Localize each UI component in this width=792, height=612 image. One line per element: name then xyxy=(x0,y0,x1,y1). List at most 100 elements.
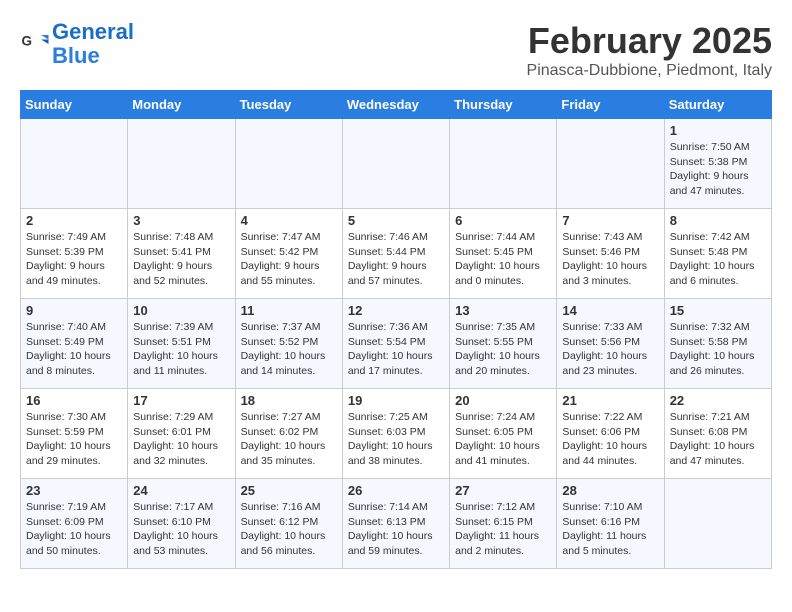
table-row: 15 Sunrise: 7:32 AM Sunset: 5:58 PM Dayli… xyxy=(664,299,771,389)
day-info: Sunrise: 7:30 AM Sunset: 5:59 PM Dayligh… xyxy=(26,410,122,469)
table-row xyxy=(450,119,557,209)
day-number: 14 xyxy=(562,303,658,318)
table-row: 10 Sunrise: 7:39 AM Sunset: 5:51 PM Dayli… xyxy=(128,299,235,389)
day-info: Sunrise: 7:25 AM Sunset: 6:03 PM Dayligh… xyxy=(348,410,444,469)
day-info: Sunrise: 7:46 AM Sunset: 5:44 PM Dayligh… xyxy=(348,230,444,289)
day-info: Sunrise: 7:14 AM Sunset: 6:13 PM Dayligh… xyxy=(348,500,444,559)
day-number: 4 xyxy=(241,213,337,228)
day-number: 28 xyxy=(562,483,658,498)
day-info: Sunrise: 7:35 AM Sunset: 5:55 PM Dayligh… xyxy=(455,320,551,379)
table-row xyxy=(128,119,235,209)
day-number: 11 xyxy=(241,303,337,318)
day-info: Sunrise: 7:42 AM Sunset: 5:48 PM Dayligh… xyxy=(670,230,766,289)
table-row: 25 Sunrise: 7:16 AM Sunset: 6:12 PM Dayli… xyxy=(235,479,342,569)
logo: G General Blue xyxy=(20,20,134,68)
table-row: 20 Sunrise: 7:24 AM Sunset: 6:05 PM Dayli… xyxy=(450,389,557,479)
table-row: 2 Sunrise: 7:49 AM Sunset: 5:39 PM Daylig… xyxy=(21,209,128,299)
table-row: 9 Sunrise: 7:40 AM Sunset: 5:49 PM Daylig… xyxy=(21,299,128,389)
calendar-week-2: 9 Sunrise: 7:40 AM Sunset: 5:49 PM Daylig… xyxy=(21,299,772,389)
day-number: 18 xyxy=(241,393,337,408)
day-number: 16 xyxy=(26,393,122,408)
table-row: 1Sunrise: 7:50 AM Sunset: 5:38 PM Daylig… xyxy=(664,119,771,209)
table-row: 3 Sunrise: 7:48 AM Sunset: 5:41 PM Daylig… xyxy=(128,209,235,299)
day-info: Sunrise: 7:16 AM Sunset: 6:12 PM Dayligh… xyxy=(241,500,337,559)
day-number: 13 xyxy=(455,303,551,318)
day-number: 10 xyxy=(133,303,229,318)
table-row: 12 Sunrise: 7:36 AM Sunset: 5:54 PM Dayli… xyxy=(342,299,449,389)
day-number: 27 xyxy=(455,483,551,498)
day-number: 17 xyxy=(133,393,229,408)
day-number: 12 xyxy=(348,303,444,318)
table-row: 19Sunrise: 7:25 AM Sunset: 6:03 PM Dayli… xyxy=(342,389,449,479)
table-row: 24 Sunrise: 7:17 AM Sunset: 6:10 PM Dayli… xyxy=(128,479,235,569)
calendar-week-1: 2 Sunrise: 7:49 AM Sunset: 5:39 PM Daylig… xyxy=(21,209,772,299)
day-number: 20 xyxy=(455,393,551,408)
day-info: Sunrise: 7:27 AM Sunset: 6:02 PM Dayligh… xyxy=(241,410,337,469)
col-friday: Friday xyxy=(557,91,664,119)
table-row xyxy=(342,119,449,209)
day-info: Sunrise: 7:33 AM Sunset: 5:56 PM Dayligh… xyxy=(562,320,658,379)
table-row: 28Sunrise: 7:10 AM Sunset: 6:16 PM Dayli… xyxy=(557,479,664,569)
day-info: Sunrise: 7:36 AM Sunset: 5:54 PM Dayligh… xyxy=(348,320,444,379)
day-info: Sunrise: 7:17 AM Sunset: 6:10 PM Dayligh… xyxy=(133,500,229,559)
logo-text: General Blue xyxy=(52,20,134,68)
day-number: 3 xyxy=(133,213,229,228)
day-info: Sunrise: 7:43 AM Sunset: 5:46 PM Dayligh… xyxy=(562,230,658,289)
day-number: 7 xyxy=(562,213,658,228)
table-row: 21 Sunrise: 7:22 AM Sunset: 6:06 PM Dayli… xyxy=(557,389,664,479)
calendar-table: Sunday Monday Tuesday Wednesday Thursday… xyxy=(20,90,772,569)
day-info: Sunrise: 7:47 AM Sunset: 5:42 PM Dayligh… xyxy=(241,230,337,289)
table-row: 26 Sunrise: 7:14 AM Sunset: 6:13 PM Dayli… xyxy=(342,479,449,569)
table-row: 13 Sunrise: 7:35 AM Sunset: 5:55 PM Dayli… xyxy=(450,299,557,389)
day-info: Sunrise: 7:44 AM Sunset: 5:45 PM Dayligh… xyxy=(455,230,551,289)
calendar-subtitle: Pinasca-Dubbione, Piedmont, Italy xyxy=(527,62,772,80)
table-row xyxy=(664,479,771,569)
table-row: 17 Sunrise: 7:29 AM Sunset: 6:01 PM Dayli… xyxy=(128,389,235,479)
svg-text:G: G xyxy=(22,34,33,49)
day-info: Sunrise: 7:50 AM Sunset: 5:38 PM Dayligh… xyxy=(670,140,766,199)
table-row: 5Sunrise: 7:46 AM Sunset: 5:44 PM Daylig… xyxy=(342,209,449,299)
calendar-week-4: 23 Sunrise: 7:19 AM Sunset: 6:09 PM Dayli… xyxy=(21,479,772,569)
day-info: Sunrise: 7:40 AM Sunset: 5:49 PM Dayligh… xyxy=(26,320,122,379)
table-row xyxy=(557,119,664,209)
table-row: 22 Sunrise: 7:21 AM Sunset: 6:08 PM Dayli… xyxy=(664,389,771,479)
day-info: Sunrise: 7:48 AM Sunset: 5:41 PM Dayligh… xyxy=(133,230,229,289)
day-info: Sunrise: 7:39 AM Sunset: 5:51 PM Dayligh… xyxy=(133,320,229,379)
title-block: February 2025 Pinasca-Dubbione, Piedmont… xyxy=(527,20,772,80)
table-row xyxy=(235,119,342,209)
col-saturday: Saturday xyxy=(664,91,771,119)
day-info: Sunrise: 7:19 AM Sunset: 6:09 PM Dayligh… xyxy=(26,500,122,559)
day-info: Sunrise: 7:21 AM Sunset: 6:08 PM Dayligh… xyxy=(670,410,766,469)
day-info: Sunrise: 7:29 AM Sunset: 6:01 PM Dayligh… xyxy=(133,410,229,469)
day-number: 9 xyxy=(26,303,122,318)
day-info: Sunrise: 7:32 AM Sunset: 5:58 PM Dayligh… xyxy=(670,320,766,379)
day-number: 6 xyxy=(455,213,551,228)
day-number: 22 xyxy=(670,393,766,408)
logo-line1: General xyxy=(52,19,134,44)
table-row: 18 Sunrise: 7:27 AM Sunset: 6:02 PM Dayli… xyxy=(235,389,342,479)
calendar-week-0: 1Sunrise: 7:50 AM Sunset: 5:38 PM Daylig… xyxy=(21,119,772,209)
day-number: 21 xyxy=(562,393,658,408)
day-info: Sunrise: 7:37 AM Sunset: 5:52 PM Dayligh… xyxy=(241,320,337,379)
day-number: 23 xyxy=(26,483,122,498)
header-row: Sunday Monday Tuesday Wednesday Thursday… xyxy=(21,91,772,119)
page-header: G General Blue February 2025 Pinasca-Dub… xyxy=(20,20,772,80)
day-info: Sunrise: 7:24 AM Sunset: 6:05 PM Dayligh… xyxy=(455,410,551,469)
col-tuesday: Tuesday xyxy=(235,91,342,119)
col-wednesday: Wednesday xyxy=(342,91,449,119)
day-number: 25 xyxy=(241,483,337,498)
table-row xyxy=(21,119,128,209)
day-number: 26 xyxy=(348,483,444,498)
table-row: 8 Sunrise: 7:42 AM Sunset: 5:48 PM Daylig… xyxy=(664,209,771,299)
day-number: 2 xyxy=(26,213,122,228)
day-number: 8 xyxy=(670,213,766,228)
day-info: Sunrise: 7:22 AM Sunset: 6:06 PM Dayligh… xyxy=(562,410,658,469)
logo-line2: Blue xyxy=(52,43,100,68)
day-number: 24 xyxy=(133,483,229,498)
calendar-title: February 2025 xyxy=(527,20,772,62)
day-info: Sunrise: 7:49 AM Sunset: 5:39 PM Dayligh… xyxy=(26,230,122,289)
day-number: 15 xyxy=(670,303,766,318)
table-row: 16 Sunrise: 7:30 AM Sunset: 5:59 PM Dayli… xyxy=(21,389,128,479)
calendar-week-3: 16 Sunrise: 7:30 AM Sunset: 5:59 PM Dayli… xyxy=(21,389,772,479)
logo-icon: G xyxy=(20,29,50,59)
